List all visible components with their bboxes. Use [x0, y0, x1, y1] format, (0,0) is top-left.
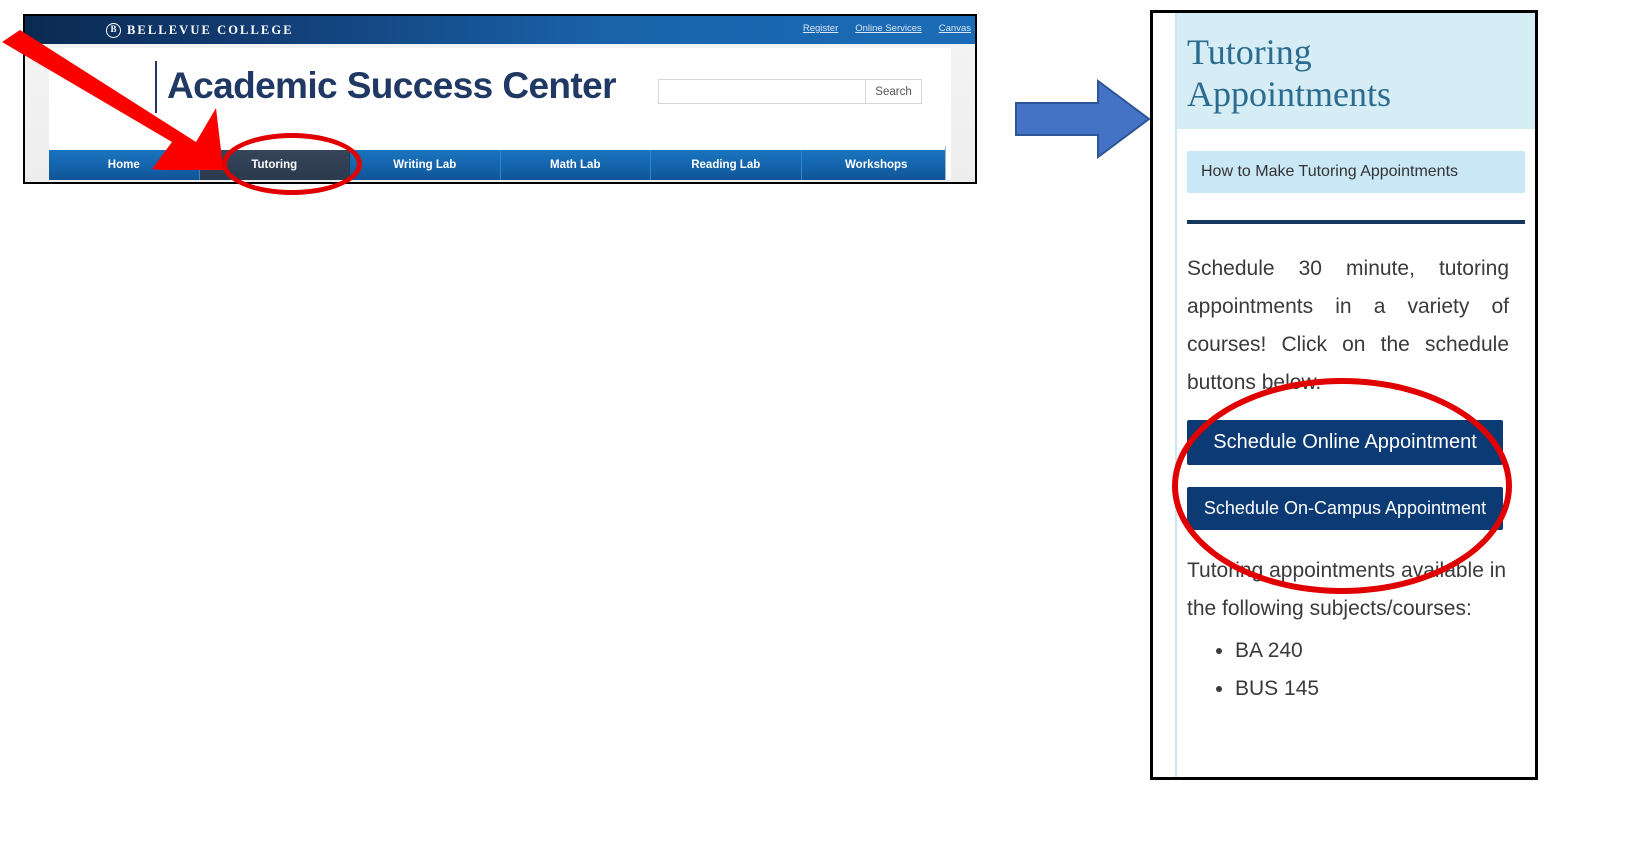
- list-item: BUS 145: [1235, 670, 1535, 708]
- search-button[interactable]: Search: [865, 79, 922, 104]
- college-name-text: BELLEVUE COLLEGE: [127, 22, 294, 37]
- panel-title: Tutoring Appointments: [1187, 32, 1391, 114]
- page-screenshot-right: Tutoring Appointments How to Make Tutori…: [1150, 10, 1538, 780]
- course-list: BA 240 BUS 145: [1177, 632, 1535, 708]
- search-input[interactable]: [658, 79, 865, 104]
- link-online-services[interactable]: Online Services: [855, 23, 922, 34]
- availability-paragraph: Tutoring appointments available in the f…: [1187, 559, 1507, 620]
- page-content-column: Tutoring Appointments How to Make Tutori…: [1175, 13, 1535, 777]
- nav-item-writing-lab[interactable]: Writing Lab: [350, 150, 501, 180]
- college-top-bar: B BELLEVUE COLLEGE Register Online Servi…: [25, 16, 975, 44]
- title-accent-bar-icon: [155, 61, 157, 113]
- page-title: Academic Success Center: [167, 65, 617, 106]
- site-search: Search: [658, 79, 922, 104]
- nav-right-rail: [945, 146, 951, 180]
- main-navigation: Home Tutoring Writing Lab Math Lab Readi…: [49, 150, 951, 180]
- panel-header: Tutoring Appointments: [1177, 13, 1535, 129]
- blue-arrow-icon: [1015, 79, 1151, 159]
- college-logo[interactable]: B BELLEVUE COLLEGE: [106, 22, 294, 38]
- intro-paragraph: Schedule 30 minute, tutoring appointment…: [1187, 257, 1509, 394]
- link-register[interactable]: Register: [803, 23, 838, 34]
- how-to-make-appointments-link[interactable]: How to Make Tutoring Appointments: [1187, 151, 1525, 193]
- schedule-on-campus-appointment-button[interactable]: Schedule On-Campus Appointment: [1187, 487, 1503, 530]
- site-title-block[interactable]: Academic Success Center: [155, 60, 617, 113]
- horizontal-divider: [1187, 220, 1525, 224]
- schedule-online-appointment-button[interactable]: Schedule Online Appointment: [1187, 420, 1503, 465]
- nav-item-tutoring[interactable]: Tutoring: [199, 150, 350, 180]
- nav-item-reading-lab[interactable]: Reading Lab: [651, 150, 802, 180]
- site-inner-frame: Academic Success Center Search Home Tuto…: [49, 48, 951, 180]
- bellevue-college-mark-icon: B: [106, 22, 121, 38]
- browser-screenshot-left: B BELLEVUE COLLEGE Register Online Servi…: [23, 14, 977, 184]
- list-item: BA 240: [1235, 632, 1535, 670]
- site-masthead: Academic Success Center Search: [49, 48, 951, 136]
- nav-item-workshops[interactable]: Workshops: [802, 150, 952, 180]
- utility-links: Register Online Services Canvas: [803, 23, 971, 34]
- nav-item-math-lab[interactable]: Math Lab: [501, 150, 651, 180]
- site-body: Academic Success Center Search Home Tuto…: [25, 44, 975, 182]
- link-canvas[interactable]: Canvas: [939, 23, 971, 34]
- nav-item-home[interactable]: Home: [49, 150, 200, 180]
